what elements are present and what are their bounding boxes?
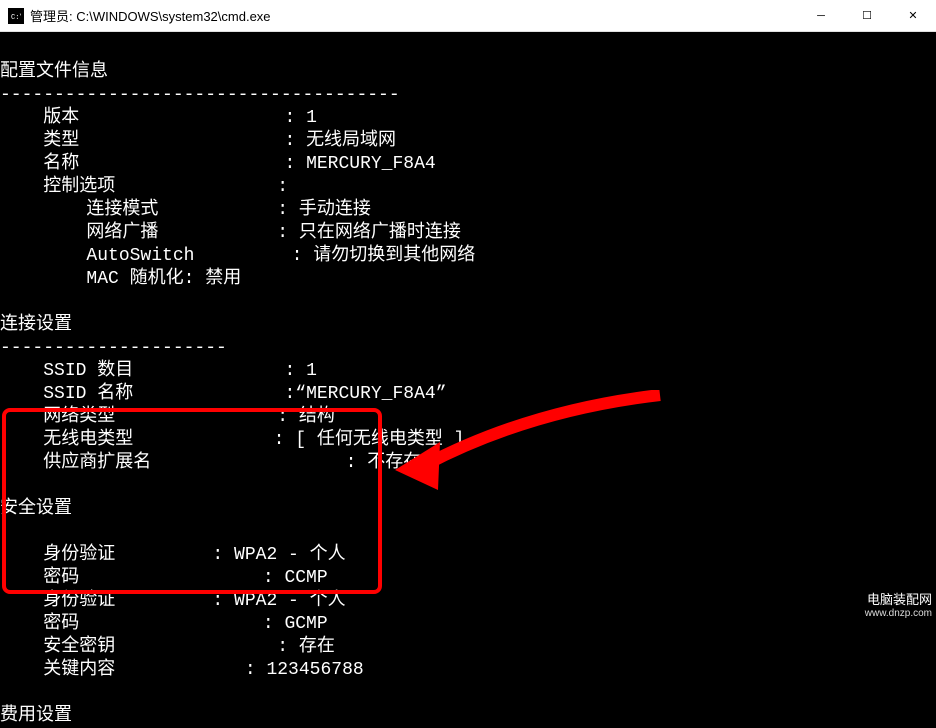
divider: --------------------- xyxy=(0,338,227,358)
value: 只在网络广播时连接 xyxy=(299,223,461,243)
divider: ------------------------------------- xyxy=(0,85,400,105)
value: WPA2 - 个人 xyxy=(234,545,346,565)
watermark: 电脑装配网 www.dnzp.com xyxy=(865,592,932,620)
section-header: 配置文件信息 xyxy=(0,62,108,82)
section-header: 费用设置 xyxy=(0,706,72,726)
label: MAC 随机化: 禁用 xyxy=(86,269,241,289)
value: CCMP xyxy=(284,568,327,588)
maximize-button[interactable]: ☐ xyxy=(844,1,890,31)
value: GCMP xyxy=(284,614,327,634)
label: 类型 xyxy=(43,131,79,151)
value: 1 xyxy=(306,108,317,128)
value: 不存在 xyxy=(367,453,421,473)
svg-text:C:\: C:\ xyxy=(11,14,21,20)
label: 连接模式 xyxy=(86,200,158,220)
label: AutoSwitch xyxy=(86,246,194,266)
value: 手动连接 xyxy=(299,200,371,220)
label: 供应商扩展名 xyxy=(43,453,151,473)
value: 1 xyxy=(306,361,317,381)
label: SSID 数目 xyxy=(43,361,133,381)
watermark-name: 电脑装配网 xyxy=(865,592,932,608)
window-controls: ─ ☐ ✕ xyxy=(798,1,936,31)
value: 123456788 xyxy=(266,660,363,680)
label: 网络广播 xyxy=(86,223,158,243)
value: MERCURY_F8A4 xyxy=(306,154,436,174)
watermark-url: www.dnzp.com xyxy=(865,608,932,620)
label: 关键内容 xyxy=(43,660,115,680)
label: 身份验证 xyxy=(43,545,115,565)
value: [ 任何无线电类型 ] xyxy=(295,430,464,450)
value: WPA2 - 个人 xyxy=(234,591,346,611)
value: 存在 xyxy=(299,637,335,657)
label: 控制选项 xyxy=(43,177,115,197)
value: “MERCURY_F8A4” xyxy=(295,384,446,404)
section-header: 连接设置 xyxy=(0,315,72,335)
section-header: 安全设置 xyxy=(0,499,72,519)
window-title: 管理员: C:\WINDOWS\system32\cmd.exe xyxy=(30,6,271,25)
label: 无线电类型 xyxy=(43,430,133,450)
label: 密码 xyxy=(43,614,79,634)
value: 请勿切换到其他网络 xyxy=(313,246,475,266)
value: 无线局域网 xyxy=(306,131,396,151)
value: 结构 xyxy=(299,407,335,427)
minimize-button[interactable]: ─ xyxy=(798,1,844,31)
cmd-icon: C:\ xyxy=(8,8,24,24)
label: 安全密钥 xyxy=(43,637,115,657)
label: 身份验证 xyxy=(43,591,115,611)
titlebar: C:\ 管理员: C:\WINDOWS\system32\cmd.exe ─ ☐… xyxy=(0,0,936,32)
label: 密码 xyxy=(43,568,79,588)
label: SSID 名称 xyxy=(43,384,133,404)
close-button[interactable]: ✕ xyxy=(890,1,936,31)
label: 网络类型 xyxy=(43,407,115,427)
label: 版本 xyxy=(43,108,79,128)
label: 名称 xyxy=(43,154,79,174)
